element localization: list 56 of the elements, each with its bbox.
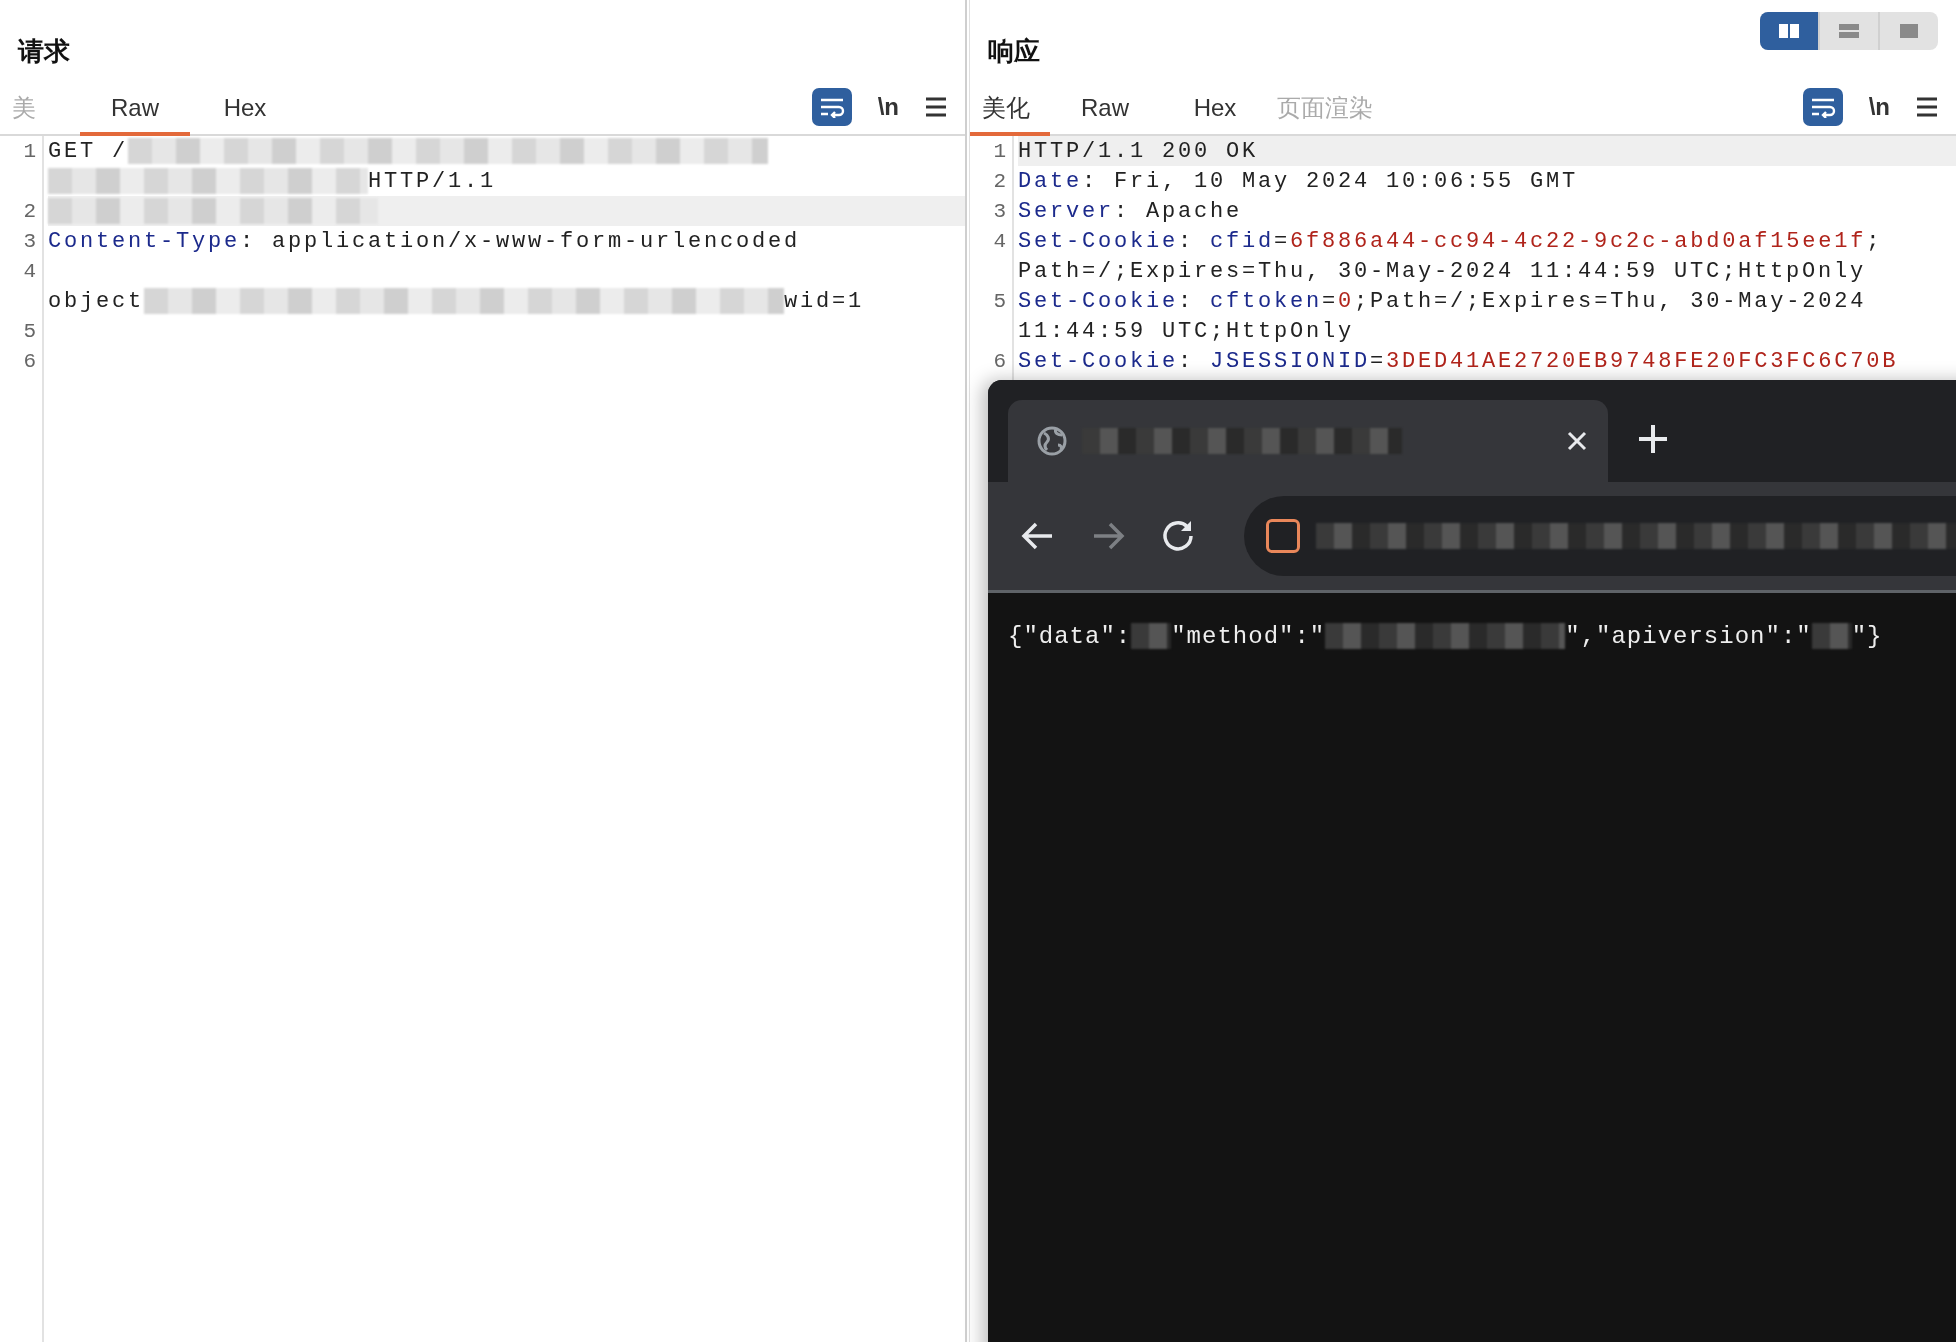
menu-button[interactable] bbox=[1916, 97, 1938, 117]
line-number: 4 bbox=[993, 229, 1006, 253]
line-number: 6 bbox=[993, 349, 1006, 373]
code-line: Set-Cookie: cftoken=0;Path=/;Expires=Thu, 30-May-2024 bbox=[1018, 288, 1867, 314]
layout-icon bbox=[1898, 22, 1920, 40]
code-line: Path=/;Expires=Thu, 30-May-2024 11:44:59 UTC;HttpOnly bbox=[1018, 258, 1867, 284]
line-number: 3 bbox=[993, 199, 1006, 223]
line-number: 1 bbox=[993, 139, 1006, 163]
code-text: HTTP/1.1 bbox=[368, 168, 497, 194]
menu-icon bbox=[925, 97, 947, 117]
globe-icon bbox=[1036, 425, 1068, 457]
layout-icon bbox=[1838, 22, 1860, 40]
menu-icon bbox=[1916, 97, 1938, 117]
wrap-icon bbox=[1809, 96, 1836, 118]
code-line: Content-Type: application/x-www-form-urlencoded bbox=[48, 228, 801, 254]
line-number: 2 bbox=[23, 199, 36, 223]
code-line: Set-Cookie: cfid=6f886a44-cc94-4c22-9c2c-abd0af15ee1f; bbox=[1018, 228, 1883, 254]
new-tab-button[interactable] bbox=[1636, 422, 1670, 456]
layout-toggle-button[interactable] bbox=[1760, 12, 1818, 50]
word-wrap-button[interactable] bbox=[1802, 88, 1843, 126]
site-icon bbox=[1266, 519, 1300, 553]
view-tab[interactable]: Hex bbox=[190, 92, 300, 136]
newline-toggle[interactable]: \n bbox=[877, 93, 899, 121]
menu-button[interactable] bbox=[925, 97, 947, 117]
wrap-icon bbox=[818, 96, 845, 118]
line-number: 5 bbox=[23, 319, 36, 343]
code-text: {"data": bbox=[1008, 622, 1132, 650]
code-line: Server: Apache bbox=[1018, 198, 1243, 224]
line-number: 6 bbox=[23, 349, 36, 373]
code-text: "method":" bbox=[1171, 622, 1326, 650]
line-number: 5 bbox=[993, 289, 1006, 313]
view-tab[interactable]: Raw bbox=[1050, 92, 1160, 136]
code-line: Date: Fri, 10 May 2024 10:06:55 GMT bbox=[1018, 168, 1579, 194]
line-number: 1 bbox=[23, 139, 36, 163]
line-number: 4 bbox=[23, 259, 36, 283]
code-text: "} bbox=[1851, 622, 1883, 650]
close-icon bbox=[1566, 430, 1588, 452]
code-line: Set-Cookie: JSESSIONID=3DED41AE2720EB9748FE20FC3FC6C70B bbox=[1018, 348, 1899, 374]
layout-icon bbox=[1778, 22, 1800, 40]
code-line: HTTP/1.1 200 OK bbox=[1018, 138, 1259, 164]
code-text: wid=1 bbox=[784, 288, 865, 314]
newline-toggle[interactable]: \n bbox=[1868, 93, 1890, 121]
view-tab[interactable]: Hex bbox=[1160, 92, 1270, 136]
word-wrap-button[interactable] bbox=[811, 88, 852, 126]
plus-icon bbox=[1636, 422, 1670, 456]
line-number: 2 bbox=[993, 169, 1006, 193]
panel-title: 响应 bbox=[988, 35, 1040, 68]
code-text: ","apiversion":" bbox=[1565, 622, 1812, 650]
line-number: 3 bbox=[23, 229, 36, 253]
code-text: object bbox=[48, 288, 144, 314]
code-line: 11:44:59 UTC;HttpOnly bbox=[1018, 318, 1355, 344]
panel-title: 请求 bbox=[18, 35, 70, 68]
redacted-block bbox=[1131, 623, 1172, 649]
redacted-block bbox=[1811, 623, 1852, 649]
close-tab-button[interactable] bbox=[1566, 430, 1588, 452]
code-text: GET / bbox=[48, 138, 128, 164]
